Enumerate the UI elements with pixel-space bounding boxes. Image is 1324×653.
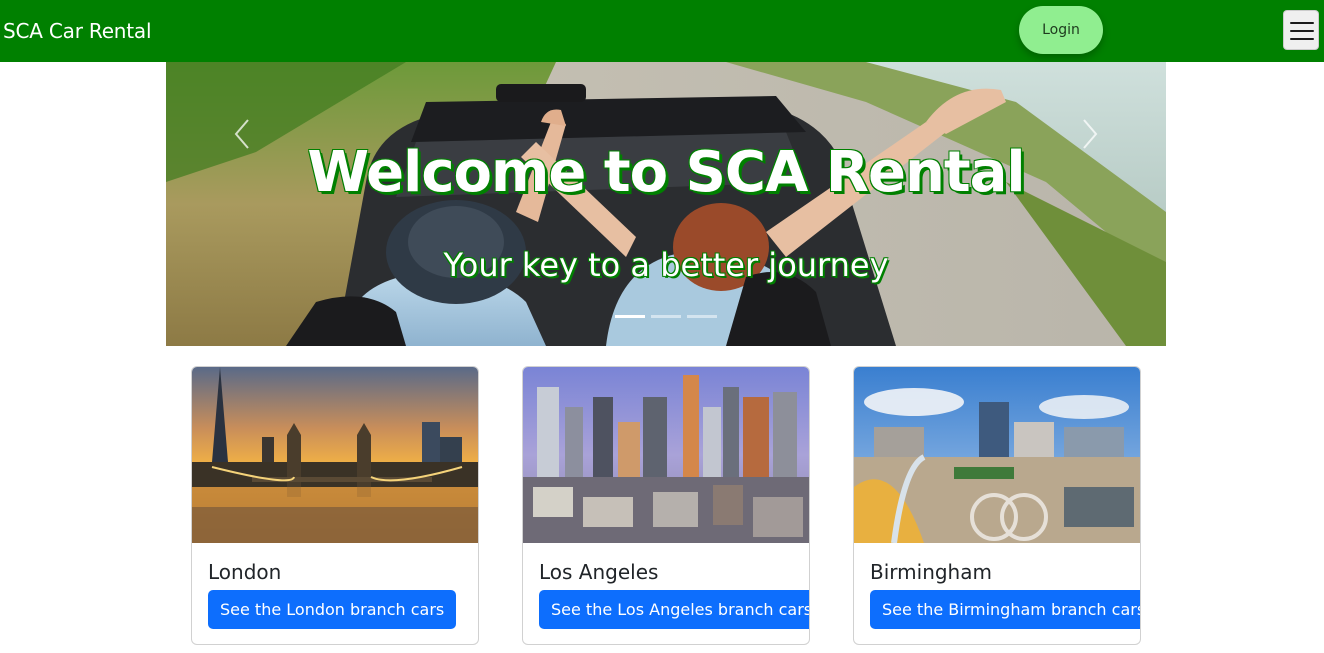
see-los-angeles-cars-button[interactable]: See the Los Angeles branch cars	[539, 590, 809, 629]
branch-card-london: London See the London branch cars	[191, 366, 479, 645]
hamburger-menu-icon[interactable]	[1283, 10, 1319, 50]
birmingham-image	[854, 367, 1140, 543]
see-london-cars-button[interactable]: See the London branch cars	[208, 590, 457, 629]
branch-title: Los Angeles	[539, 560, 659, 584]
login-button[interactable]: Login	[1019, 6, 1103, 54]
carousel-indicators	[615, 315, 717, 318]
branch-title: Birmingham	[870, 560, 992, 584]
navbar: SCA Car Rental Login	[0, 0, 1324, 62]
london-image	[192, 367, 478, 543]
carousel-indicator-1[interactable]	[615, 315, 645, 318]
hero-title: Welcome to SCA Rental	[307, 140, 1025, 205]
carousel-indicator-3[interactable]	[687, 315, 717, 318]
branch-card-los-angeles: Los Angeles See the Los Angeles branch c…	[522, 366, 810, 645]
chevron-left-icon[interactable]	[230, 114, 254, 154]
brand-link[interactable]: SCA Car Rental	[3, 19, 152, 43]
branch-title: London	[208, 560, 282, 584]
hero-subtitle: Your key to a better journey	[443, 246, 889, 284]
see-birmingham-cars-button[interactable]: See the Birmingham branch cars	[870, 590, 1140, 629]
carousel-indicator-2[interactable]	[651, 315, 681, 318]
hero-carousel: Welcome to SCA Rental Your key to a bett…	[166, 62, 1166, 346]
los-angeles-image	[523, 367, 809, 543]
chevron-right-icon[interactable]	[1078, 114, 1102, 154]
branch-card-birmingham: Birmingham See the Birmingham branch car…	[853, 366, 1141, 645]
